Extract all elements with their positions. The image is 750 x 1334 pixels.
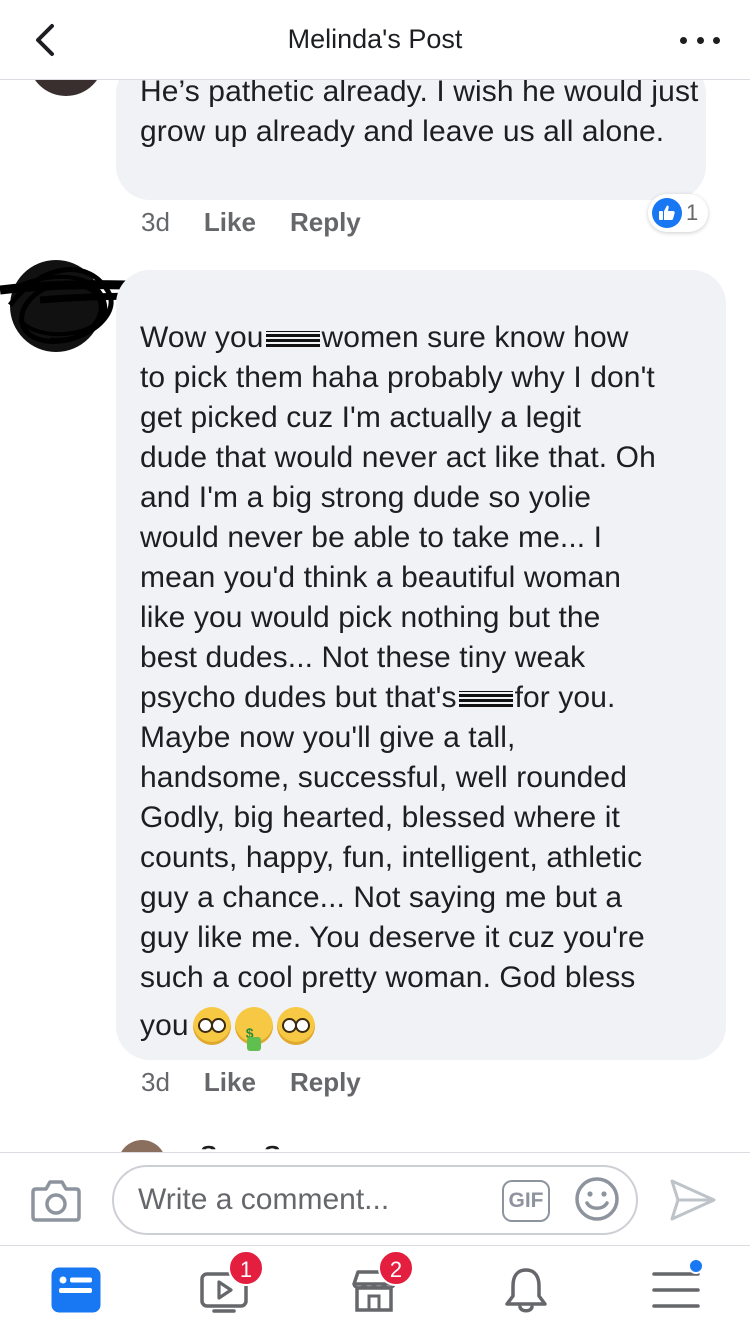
send-button[interactable] [668,1177,718,1223]
commenter-name[interactable]: Sara Severyn [200,1140,365,1149]
gif-button[interactable]: GIF [502,1180,550,1222]
comment-line: dude that would never act like that. Oh [140,441,656,474]
tab-marketplace[interactable]: 2 [348,1250,414,1316]
comment-line: such a cool pretty woman. God bless [140,961,636,994]
unread-indicator [688,1258,704,1274]
commenter-avatar[interactable] [118,1140,166,1152]
like-link[interactable]: Like [204,1067,256,1098]
comment-timestamp: 3d [141,1067,170,1097]
comment-line: psycho dudes but that's for you. [140,681,616,714]
comment-line: you [140,1006,710,1053]
news-feed-icon [51,1267,101,1313]
comment-line: would never be able to take me... I [140,521,603,554]
comment-line: counts, happy, fun, intelligent, athleti… [140,841,643,874]
comment-line: to pick them haha probably why I don't [140,361,655,394]
notification-badge: 1 [228,1250,264,1286]
comment-text: He’s pathetic already. I wish he would j… [140,80,699,148]
comment-text: Wow you women sure know how to pick them … [140,318,710,1053]
camera-button[interactable] [30,1177,82,1223]
emoji-button[interactable] [574,1176,620,1222]
reply-link[interactable]: Reply [290,1067,361,1098]
comment-line: like you would pick nothing but the [140,601,601,634]
redacted-word [264,328,322,350]
notification-badge: 2 [378,1250,414,1286]
comment-line: Maybe now you'll give a tall, [140,721,516,754]
comment-thread: He’s pathetic already. I wish he would j… [0,80,750,1152]
comment-line: get picked cuz I'm actually a legit [140,401,582,434]
comment-line: handsome, successful, well rounded [140,761,628,794]
bell-icon [505,1268,547,1313]
comment-placeholder: Write a comment... [138,1183,390,1216]
comment-line: and I'm a big strong dude so yolie [140,481,592,514]
bottom-tab-bar: 1 2 [0,1246,750,1334]
tab-menu[interactable] [650,1258,704,1316]
redacted-word [457,688,515,710]
nerd-face-icon [192,1007,231,1045]
comment-input[interactable]: Write a comment... GIF [112,1165,638,1235]
page-title: Melinda's Post [287,24,463,54]
camera-icon [31,1180,81,1222]
comment-timestamp: 3d [141,207,170,237]
tab-watch[interactable]: 1 [198,1250,264,1316]
reaction-summary[interactable]: 1 [648,194,709,232]
more-options-button[interactable] [680,30,720,50]
top-navigation-bar: Melinda's Post [0,0,750,80]
comment-line: guy a chance... Not saying me but a [140,881,623,914]
thumbs-up-icon [652,198,682,228]
send-icon [670,1179,716,1221]
like-link[interactable]: Like [204,207,256,238]
money-mouth-face-icon [234,1007,273,1053]
more-dot-icon [713,36,720,44]
tab-notifications[interactable] [500,1264,552,1316]
more-dot-icon [680,36,687,44]
comment-line: Godly, big hearted, blessed where it [140,801,620,834]
tab-news-feed[interactable] [50,1264,102,1316]
comment-line: mean you'd think a beautiful woman [140,561,622,594]
comment-line: guy like me. You deserve it cuz you're [140,921,645,954]
nerd-face-icon [276,1007,315,1045]
smiley-icon [575,1177,619,1221]
commenter-avatar[interactable] [28,80,104,96]
comment-line: best dudes... Not these tiny weak [140,641,586,674]
comment-actions: 3d Like Reply [141,1067,361,1098]
comment-actions: 3d Like Reply [141,207,361,238]
comment-line: Wow you women sure know how [140,321,629,354]
reply-link[interactable]: Reply [290,207,361,238]
more-dot-icon [696,36,704,44]
reaction-count: 1 [686,200,699,225]
comment-composer: Write a comment... GIF [0,1152,750,1246]
